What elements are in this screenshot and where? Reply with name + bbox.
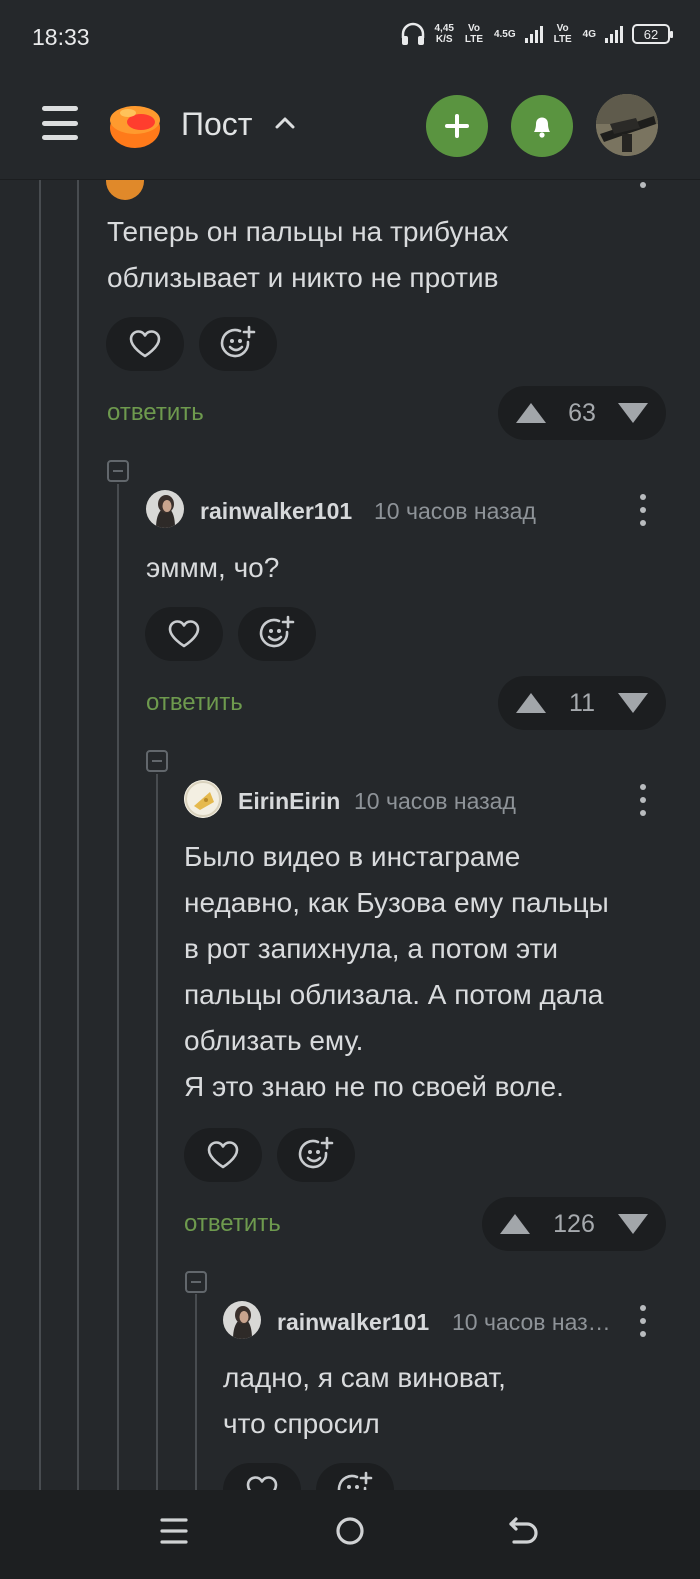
headphones-icon (401, 22, 424, 45)
user-avatar[interactable] (596, 94, 658, 156)
heart-icon (129, 330, 161, 358)
like-button[interactable] (145, 607, 223, 661)
comment-author[interactable]: EirinEirin (238, 788, 340, 815)
heart-icon (246, 1476, 278, 1490)
thread-line[interactable] (77, 180, 79, 1490)
reply-link[interactable]: ответить (146, 689, 243, 717)
react-button[interactable] (277, 1128, 355, 1182)
pikabu-logo[interactable] (108, 98, 162, 150)
rating-box: 11 (498, 676, 666, 730)
more-vertical-icon[interactable] (639, 784, 647, 816)
reply-link[interactable]: ответить (184, 1210, 281, 1238)
like-button[interactable] (106, 317, 184, 371)
rating-value: 126 (553, 1209, 595, 1238)
emoji-add-icon (259, 615, 295, 648)
comment-text: ладно, я сам виноват, что спросил (223, 1362, 506, 1439)
avatar[interactable] (184, 780, 222, 818)
sim2-tech: 4G (582, 28, 596, 40)
comment-text: Было видео в инстаграме недавно, как Буз… (184, 841, 609, 1102)
notifications-button[interactable] (511, 95, 573, 157)
heart-icon (168, 620, 200, 648)
react-button[interactable] (199, 317, 277, 371)
rating-box: 63 (498, 386, 666, 440)
sim1-tech: 4.5G (493, 28, 516, 40)
avatar[interactable] (223, 1301, 261, 1339)
comments-thread[interactable]: Теперь он пальцы на трибунах облизывает … (0, 180, 700, 1490)
status-bar: 18:33 4,45 K/S Vo LTE 4.5G Vo LTE 4G 62 (0, 0, 700, 76)
sim1-label: Vo LTE (464, 23, 484, 45)
collapse-toggle[interactable] (185, 1271, 207, 1293)
bell-icon (534, 117, 550, 138)
thread-line[interactable] (117, 484, 119, 1490)
thread-line[interactable] (195, 1294, 197, 1490)
react-button[interactable] (316, 1463, 394, 1490)
chevron-up-icon[interactable] (274, 112, 296, 134)
thread-line[interactable] (156, 774, 158, 1490)
status-time: 18:33 (32, 24, 90, 50)
net-speed: 4,45 K/S (434, 23, 454, 45)
battery-level: 62 (643, 26, 659, 42)
rating-box: 126 (482, 1197, 666, 1251)
downvote-icon[interactable] (616, 401, 650, 425)
downvote-icon[interactable] (616, 1212, 650, 1236)
heart-icon (207, 1141, 239, 1169)
menu-icon[interactable] (42, 106, 78, 140)
add-post-button[interactable] (426, 95, 488, 157)
emoji-add-icon (337, 1471, 373, 1490)
thread-line[interactable] (39, 180, 41, 1490)
collapse-toggle[interactable] (107, 460, 129, 482)
comment-text: эммм, чо? (146, 552, 280, 583)
status-icons: 4,45 K/S Vo LTE 4.5G Vo LTE 4G 62 (400, 22, 673, 46)
comment-author[interactable]: rainwalker101 (277, 1309, 429, 1336)
home-icon[interactable] (334, 1515, 366, 1547)
collapse-toggle[interactable] (146, 750, 168, 772)
battery-icon: 62 (632, 24, 673, 44)
upvote-icon[interactable] (498, 1212, 532, 1236)
recent-apps-icon[interactable] (160, 1516, 188, 1546)
react-button[interactable] (238, 607, 316, 661)
emoji-add-icon (220, 325, 256, 358)
more-vertical-icon[interactable] (639, 180, 647, 188)
signal-1-icon (524, 25, 543, 43)
more-vertical-icon[interactable] (639, 1305, 647, 1337)
rating-value: 63 (568, 398, 596, 427)
system-nav-bar (0, 1490, 700, 1579)
reply-link[interactable]: ответить (107, 399, 204, 427)
more-vertical-icon[interactable] (639, 494, 647, 526)
avatar[interactable] (106, 180, 144, 200)
like-button[interactable] (184, 1128, 262, 1182)
downvote-icon[interactable] (616, 691, 650, 715)
sim2-label: Vo LTE (553, 23, 572, 45)
comment-author[interactable]: rainwalker101 (200, 498, 352, 525)
comment-text: Теперь он пальцы на трибунах облизывает … (107, 216, 509, 293)
avatar[interactable] (146, 490, 184, 528)
like-button[interactable] (223, 1463, 301, 1490)
upvote-icon[interactable] (514, 691, 548, 715)
comment-time[interactable]: 10 часов назад (374, 498, 536, 525)
page-title[interactable]: Пост (181, 106, 252, 143)
rating-value: 11 (569, 688, 595, 717)
emoji-add-icon (298, 1136, 334, 1169)
app-header: Пост (0, 76, 700, 180)
upvote-icon[interactable] (514, 401, 548, 425)
comment-time[interactable]: 10 часов назад (354, 788, 516, 815)
comment-time[interactable]: 10 часов наз… (452, 1309, 611, 1336)
back-icon[interactable] (508, 1515, 538, 1547)
signal-2-icon (605, 25, 623, 43)
plus-icon (445, 114, 469, 138)
